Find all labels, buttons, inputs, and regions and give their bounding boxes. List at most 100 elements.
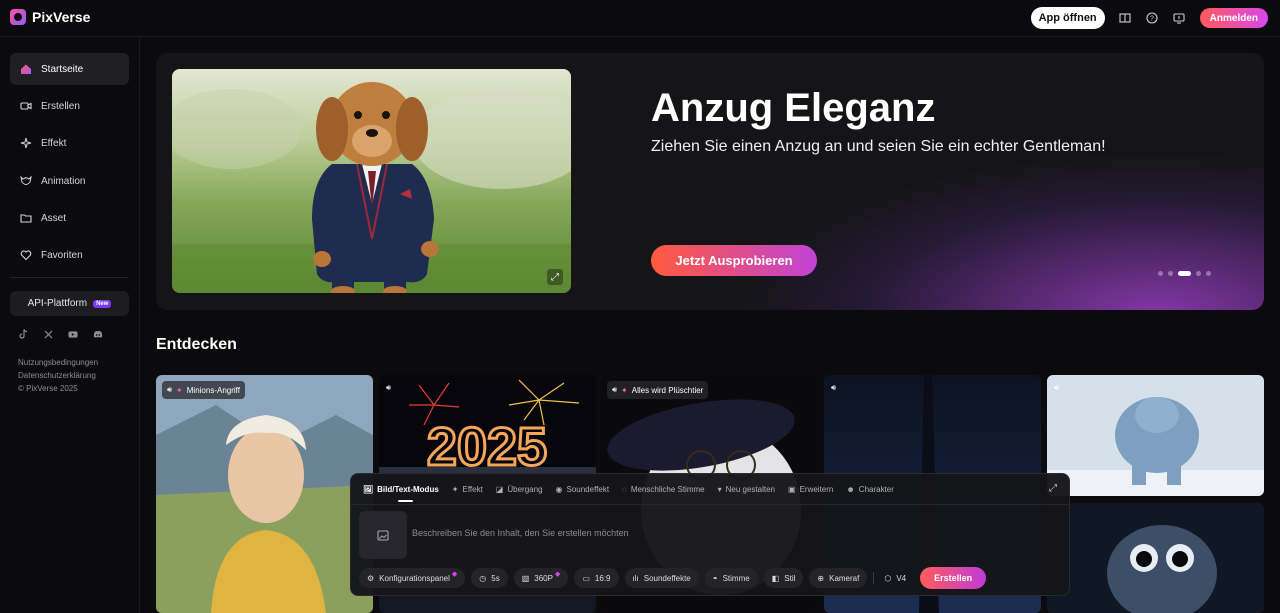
- home-icon: [20, 63, 32, 75]
- discover-card[interactable]: 🔊︎ ✦ Minions-Angriff: [156, 375, 373, 613]
- option-label: 360P: [534, 573, 553, 583]
- option-label: Stil: [784, 573, 796, 583]
- carousel-dot[interactable]: [1196, 271, 1201, 276]
- option-label: Konfigurationspanel: [379, 573, 450, 583]
- sidebar-item-erstellen[interactable]: Erstellen: [10, 90, 129, 122]
- option-label: Soundeffekte: [643, 573, 691, 583]
- style-button[interactable]: ◧ Stil: [763, 568, 804, 588]
- open-app-button[interactable]: App öffnen: [1030, 7, 1105, 29]
- tab-restyle[interactable]: ▾ Neu gestalten: [718, 482, 775, 496]
- expand-icon[interactable]: ⤢: [547, 269, 563, 285]
- privacy-link[interactable]: Datenschutzerklärung: [18, 371, 96, 380]
- prompt-input[interactable]: Beschreiben Sie den Inhalt, den Sie erst…: [412, 528, 629, 538]
- config-panel-button[interactable]: ⚙︎ Konfigurationspanel ◆: [359, 568, 466, 588]
- tab-character[interactable]: ☻ Charakter: [846, 482, 894, 496]
- book-icon[interactable]: [1119, 12, 1132, 25]
- sidebar-item-asset[interactable]: Asset: [10, 202, 129, 234]
- sidebar-item-animation[interactable]: Animation: [10, 165, 129, 197]
- card-tag: 🔊︎ ✦ Minions-Angriff: [162, 381, 245, 399]
- sound-effects-button[interactable]: ılı Soundeffekte: [624, 568, 699, 588]
- camera-button[interactable]: ⊕ Kameraf: [809, 568, 868, 588]
- discover-card[interactable]: 🔊︎: [1047, 375, 1264, 496]
- sidebar-item-startseite[interactable]: Startseite: [10, 53, 129, 85]
- options-divider: [873, 572, 875, 584]
- aspect-ratio-button[interactable]: ▭ 16:9: [574, 568, 619, 588]
- image-upload-button[interactable]: [359, 511, 407, 559]
- animation-icon: [20, 175, 32, 187]
- discover-card[interactable]: [1047, 503, 1264, 613]
- tiktok-icon[interactable]: [18, 329, 28, 339]
- discover-title: Entdecken: [156, 336, 237, 353]
- logo[interactable]: PixVerse: [10, 9, 90, 25]
- aspect-ratio-icon: ▭: [582, 573, 590, 583]
- card-tag-label: Minions-Angriff: [186, 385, 240, 395]
- mode-tabs: 🖼︎ Bild/Text-Modus ✦ Effekt ◪ Übergang ◉ Sou…: [363, 482, 894, 496]
- carousel-dot[interactable]: [1206, 271, 1211, 276]
- tab-effect[interactable]: ✦ Effekt: [452, 482, 483, 496]
- camera-icon: ⊕: [817, 573, 825, 583]
- image-upload-icon: [376, 529, 389, 541]
- composer-panel: 🖼︎ Bild/Text-Modus ✦ Effekt ◪ Übergang ◉ Sou…: [350, 473, 1070, 596]
- sidebar-item-label: Animation: [41, 175, 86, 187]
- option-label: 5s: [491, 573, 500, 583]
- discord-icon[interactable]: [93, 329, 103, 339]
- character-icon: ☻: [846, 484, 855, 494]
- sound-icon[interactable]: 🔊︎: [1054, 383, 1059, 393]
- style-icon: ◧: [771, 573, 780, 583]
- sidebar-item-favoriten[interactable]: Favoriten: [10, 239, 129, 271]
- tab-label: Neu gestalten: [725, 484, 776, 494]
- hero-image[interactable]: ⤢: [172, 69, 571, 293]
- expand-icon[interactable]: ⤢: [1049, 483, 1057, 494]
- new-badge: New: [93, 299, 112, 308]
- active-tab-indicator: [398, 500, 413, 502]
- carousel-dots: [1158, 271, 1211, 276]
- tab-transition[interactable]: ◪ Übergang: [496, 482, 543, 496]
- tab-label: Soundeffekt: [566, 484, 610, 494]
- carousel-dot-active[interactable]: [1178, 271, 1191, 276]
- duration-button[interactable]: ◷ 5s: [471, 568, 508, 588]
- sidebar-item-label: Startseite: [41, 63, 84, 75]
- tab-human-voice[interactable]: ◌ Menschliche Stimme: [622, 482, 705, 496]
- svg-text:?: ?: [1150, 16, 1154, 23]
- resolution-icon: ▧: [521, 573, 530, 583]
- tab-label: Erweitern: [799, 484, 834, 494]
- carousel-dot[interactable]: [1158, 271, 1163, 276]
- card-image-woman: [156, 375, 373, 613]
- terms-link[interactable]: Nutzungsbedingungen: [18, 358, 98, 367]
- tab-extend[interactable]: ▣ Erweitern: [788, 482, 833, 496]
- tab-label: Menschliche Stimme: [630, 484, 705, 494]
- api-platform-label: API-Plattform: [27, 298, 88, 309]
- sparkle-icon: [20, 137, 32, 149]
- carousel-dot[interactable]: [1168, 271, 1173, 276]
- help-icon[interactable]: ?: [1146, 12, 1159, 25]
- clock-icon: ◷: [479, 573, 487, 583]
- x-twitter-icon[interactable]: [43, 329, 53, 339]
- folder-icon: [20, 212, 32, 224]
- hero-title: Anzug Eleganz: [651, 86, 936, 130]
- waveform-icon: ılı: [632, 573, 639, 583]
- api-platform-button[interactable]: API-Plattform New: [10, 291, 129, 316]
- login-button[interactable]: Anmelden: [1199, 8, 1268, 28]
- sound-icon[interactable]: 🔊︎: [831, 383, 836, 393]
- voice-icon: ◌: [622, 484, 627, 494]
- tab-image-text-mode[interactable]: 🖼︎ Bild/Text-Modus: [363, 482, 439, 496]
- card-image-owl: [1047, 503, 1264, 613]
- app-name: PixVerse: [32, 9, 91, 25]
- try-now-button[interactable]: Jetzt Ausprobieren: [651, 245, 817, 276]
- create-button[interactable]: Erstellen: [920, 567, 987, 589]
- resolution-button[interactable]: ▧ 360P ◆: [513, 568, 569, 588]
- sidebar-divider: [10, 277, 128, 278]
- sidebar-item-label: Erstellen: [41, 100, 80, 112]
- model-selector[interactable]: ⬡ V4: [880, 568, 910, 588]
- tab-sound-effect[interactable]: ◉ Soundeffekt: [556, 482, 610, 496]
- option-label: Kameraf: [829, 573, 860, 583]
- sound-icon[interactable]: 🔊︎: [386, 383, 391, 393]
- voice-button[interactable]: ◓ Stimme: [704, 568, 758, 588]
- youtube-icon[interactable]: [68, 329, 78, 339]
- copyright-text: © PixVerse 2025: [18, 384, 78, 393]
- dog-in-suit-image: [172, 69, 571, 293]
- sidebar-item-effekt[interactable]: Effekt: [10, 127, 129, 159]
- download-icon[interactable]: [1173, 12, 1186, 25]
- premium-gem-icon: ◆: [554, 571, 561, 578]
- social-links: [18, 329, 103, 339]
